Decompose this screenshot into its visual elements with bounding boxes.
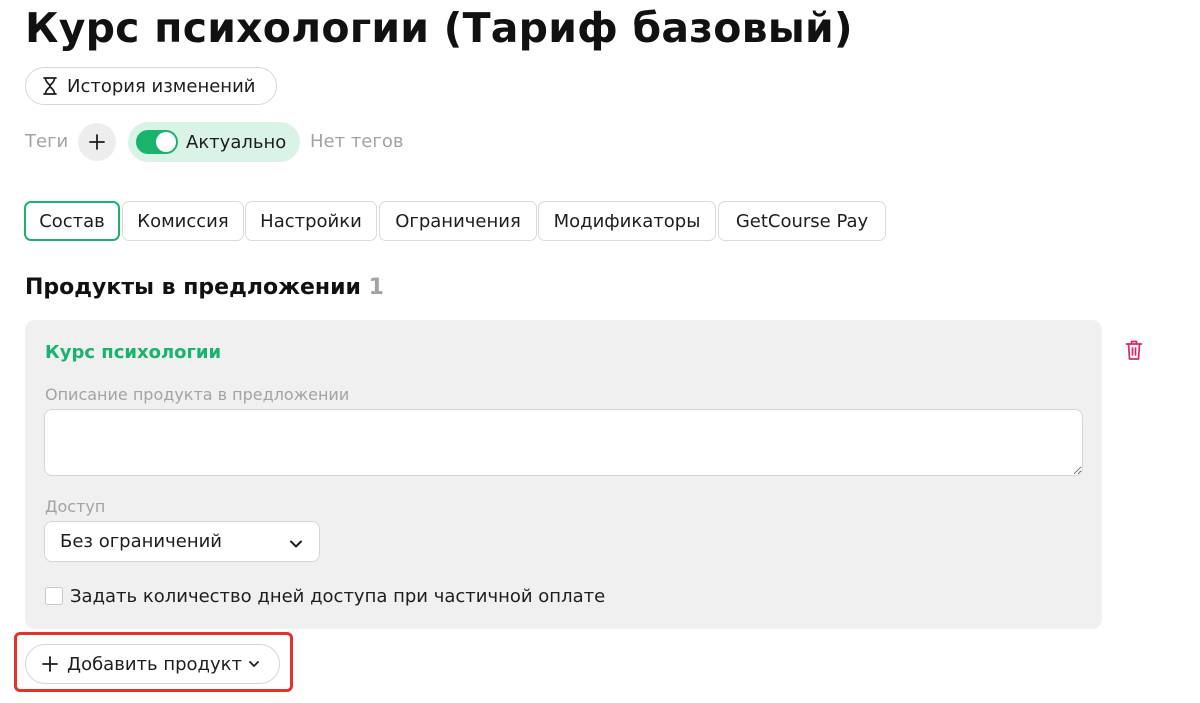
- access-select-value: Без ограничений: [60, 531, 222, 552]
- tab-modifiers[interactable]: Модификаторы: [538, 201, 716, 241]
- partial-payment-row: Задать количество дней доступа при части…: [45, 585, 605, 607]
- product-description-input[interactable]: [44, 409, 1083, 476]
- history-button[interactable]: История изменений: [25, 67, 277, 105]
- tab-label: Состав: [39, 210, 105, 232]
- chevron-down-icon: [289, 535, 303, 549]
- section-title-text: Продукты в предложении: [25, 275, 361, 300]
- page: Курс психологии (Тариф базовый) История …: [0, 0, 1200, 703]
- tab-composition[interactable]: Состав: [24, 201, 120, 241]
- partial-payment-label[interactable]: Задать количество дней доступа при части…: [70, 586, 605, 607]
- status-toggle[interactable]: Актуально: [128, 122, 300, 162]
- toggle-switch[interactable]: [136, 130, 178, 154]
- tags-label: Теги: [25, 131, 69, 152]
- page-title: Курс психологии (Тариф базовый): [25, 4, 853, 52]
- product-name-link[interactable]: Курс психологии: [45, 342, 221, 363]
- status-label: Актуально: [186, 131, 287, 153]
- plus-icon: [42, 656, 58, 672]
- chevron-down-icon: [248, 658, 260, 670]
- tab-restrictions[interactable]: Ограничения: [379, 201, 537, 241]
- tab-label: GetCourse Pay: [735, 210, 869, 232]
- plus-icon: [89, 134, 105, 150]
- product-card: Курс психологии Описание продукта в пред…: [25, 320, 1102, 629]
- toggle-knob: [156, 132, 176, 152]
- add-product-label: Добавить продукт: [67, 653, 242, 675]
- description-label: Описание продукта в предложении: [45, 385, 350, 404]
- trash-icon[interactable]: [1125, 339, 1143, 361]
- tab-getcourse-pay[interactable]: GetCourse Pay: [718, 201, 886, 241]
- tab-label: Комиссия: [137, 210, 229, 232]
- tab-commission[interactable]: Комиссия: [122, 201, 244, 241]
- tab-label: Настройки: [260, 210, 362, 232]
- tab-label: Ограничения: [395, 210, 521, 232]
- hourglass-icon: [43, 77, 57, 95]
- access-label: Доступ: [45, 497, 106, 516]
- no-tags-text: Нет тегов: [310, 131, 404, 152]
- history-button-label: История изменений: [67, 75, 256, 97]
- product-count: 1: [368, 275, 384, 300]
- tab-label: Модификаторы: [553, 210, 701, 232]
- access-select[interactable]: Без ограничений: [44, 521, 320, 562]
- tab-settings[interactable]: Настройки: [245, 201, 377, 241]
- partial-payment-checkbox[interactable]: [45, 587, 63, 605]
- add-product-button[interactable]: Добавить продукт: [25, 644, 280, 684]
- add-tag-button[interactable]: [78, 123, 116, 161]
- section-title: Продукты в предложении 1: [25, 275, 384, 300]
- tags-row: Теги Актуально Нет тегов: [25, 122, 625, 162]
